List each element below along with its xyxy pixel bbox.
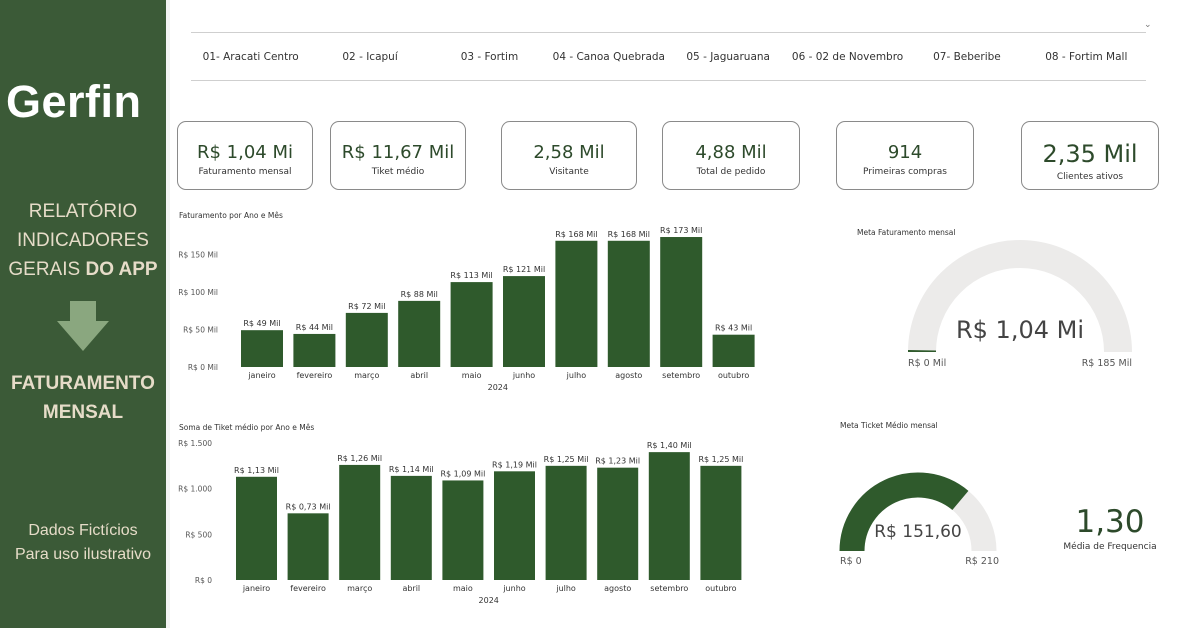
x-tick-label: fevereiro <box>297 371 333 380</box>
x-tick-label: julho <box>566 371 587 380</box>
x-axis-label: 2024 <box>488 383 508 392</box>
data-label: R$ 173 Mil <box>660 226 702 235</box>
data-label: R$ 168 Mil <box>555 230 597 239</box>
bar <box>503 276 545 367</box>
x-tick-label: setembro <box>662 371 700 380</box>
x-tick-label: março <box>354 371 379 380</box>
x-tick-label: junho <box>512 371 535 380</box>
y-tick-label: R$ 100 Mil <box>178 288 218 297</box>
bar <box>712 334 755 367</box>
x-tick-label: agosto <box>615 371 642 380</box>
bar <box>293 333 336 367</box>
data-label: R$ 168 Mil <box>608 230 650 239</box>
bar <box>345 312 388 367</box>
data-label: R$ 121 Mil <box>503 265 545 274</box>
bar <box>607 240 650 367</box>
x-tick-label: maio <box>462 371 482 380</box>
x-tick-label: abril <box>410 371 428 380</box>
data-label: R$ 49 Mil <box>243 319 280 328</box>
data-label: R$ 88 Mil <box>401 290 438 299</box>
faturamento-bar-chart: R$ 0 Mil R$ 50 Mil R$ 100 Mil R$ 150 Mil R$ … <box>178 226 755 392</box>
bar <box>450 282 493 367</box>
y-tick-label: R$ 50 Mil <box>183 325 218 334</box>
data-label: R$ 44 Mil <box>296 323 333 332</box>
bar <box>555 240 598 367</box>
data-label: R$ 72 Mil <box>348 302 385 311</box>
data-label: R$ 113 Mil <box>450 271 492 280</box>
frequency-value: 1,30 <box>1075 504 1145 540</box>
frequency-label: Média de Frequencia <box>1063 542 1157 552</box>
bar <box>398 300 441 367</box>
x-tick-label: janeiro <box>247 371 275 380</box>
x-tick-label: outubro <box>718 371 749 380</box>
bar <box>660 237 703 367</box>
y-tick-label: R$ 150 Mil <box>178 250 218 259</box>
y-tick-label: R$ 0 Mil <box>188 363 218 372</box>
data-label: R$ 43 Mil <box>715 324 752 333</box>
bar <box>241 330 283 367</box>
